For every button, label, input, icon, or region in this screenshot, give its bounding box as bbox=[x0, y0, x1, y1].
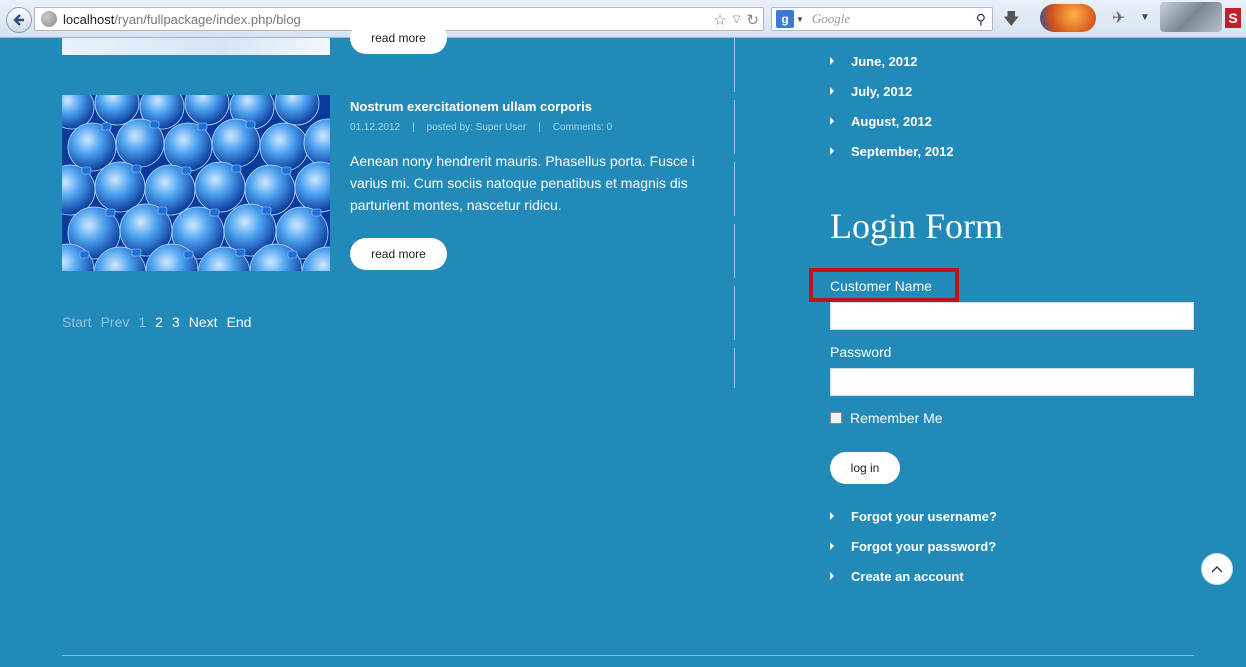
bullet-triangle-icon bbox=[830, 542, 834, 550]
meta-separator: | bbox=[538, 122, 541, 133]
remember-me-checkbox[interactable] bbox=[830, 412, 842, 424]
remember-me-label: Remember Me bbox=[850, 410, 943, 426]
browser-toolbar: localhost/ryan/fullpackage/index.php/blo… bbox=[0, 0, 1246, 38]
pagination-next[interactable]: Next bbox=[189, 314, 218, 330]
menu-dropdown-icon[interactable]: ▼ bbox=[1140, 12, 1150, 23]
login-button[interactable]: log in bbox=[830, 452, 900, 484]
google-icon[interactable]: g bbox=[776, 10, 794, 28]
archive-item[interactable]: June, 2012 bbox=[830, 46, 954, 76]
archive-item[interactable]: July, 2012 bbox=[830, 76, 954, 106]
dropdown-arrow-icon[interactable]: ▽ bbox=[733, 11, 741, 29]
read-more-button[interactable]: read more bbox=[350, 238, 447, 270]
username-label: Customer Name bbox=[830, 278, 932, 294]
pagination-end[interactable]: End bbox=[227, 314, 252, 330]
column-divider bbox=[734, 38, 735, 388]
search-bar[interactable]: g ▼ Google ⚲ bbox=[771, 7, 993, 31]
scroll-to-top-button[interactable] bbox=[1201, 553, 1233, 585]
login-links: Forgot your username? Forgot your passwo… bbox=[830, 501, 997, 591]
pagination-prev: Prev bbox=[100, 314, 130, 330]
password-input[interactable] bbox=[830, 368, 1194, 396]
globe-icon bbox=[41, 11, 57, 27]
forgot-password-link[interactable]: Forgot your password? bbox=[830, 531, 997, 561]
pagination-page-3[interactable]: 3 bbox=[172, 314, 180, 330]
bullet-triangle-icon bbox=[830, 57, 834, 65]
login-form-title: Login Form bbox=[830, 206, 1004, 246]
forgot-username-link[interactable]: Forgot your username? bbox=[830, 501, 997, 531]
post-thumbnail-previous[interactable] bbox=[62, 38, 330, 55]
back-button[interactable] bbox=[6, 7, 32, 33]
bullet-triangle-icon bbox=[830, 87, 834, 95]
chevron-up-icon bbox=[1211, 566, 1223, 573]
bullet-triangle-icon bbox=[830, 572, 834, 580]
archive-list: June, 2012 July, 2012 August, 2012 Septe… bbox=[830, 46, 954, 166]
water-bottles-image bbox=[62, 95, 330, 271]
read-more-button-previous[interactable]: read more bbox=[350, 22, 447, 54]
post-title[interactable]: Nostrum exercitationem ullam corporis bbox=[350, 99, 592, 114]
meta-separator: | bbox=[412, 122, 415, 133]
post-meta: 01.12.2012 | posted by: Super User | Com… bbox=[350, 122, 612, 133]
password-label: Password bbox=[830, 344, 892, 360]
persona-theme-icon bbox=[1160, 2, 1222, 32]
bullet-triangle-icon bbox=[830, 512, 834, 520]
footer-divider bbox=[62, 655, 1194, 656]
create-account-link[interactable]: Create an account bbox=[830, 561, 997, 591]
bullet-triangle-icon bbox=[830, 117, 834, 125]
post-excerpt: Aenean nony hendrerit mauris. Phasellus … bbox=[350, 153, 695, 213]
username-input[interactable] bbox=[830, 302, 1194, 330]
pagination-page-1: 1 bbox=[138, 314, 147, 330]
post-thumbnail[interactable] bbox=[62, 95, 330, 271]
bullet-triangle-icon bbox=[830, 147, 834, 155]
post-date: 01.12.2012 bbox=[350, 122, 401, 133]
download-icon[interactable]: 🡇 bbox=[1003, 8, 1019, 35]
engine-dropdown-icon[interactable]: ▼ bbox=[796, 15, 804, 24]
magnifier-icon[interactable]: ⚲ bbox=[976, 11, 986, 28]
pagination: Start Prev 1 2 3 Next End bbox=[62, 314, 251, 330]
post-comments[interactable]: Comments: 0 bbox=[553, 122, 612, 133]
extension-badge-icon[interactable]: S bbox=[1225, 8, 1241, 28]
addon-icon[interactable]: ✈ bbox=[1112, 8, 1125, 28]
archive-item[interactable]: August, 2012 bbox=[830, 106, 954, 136]
archive-item[interactable]: September, 2012 bbox=[830, 136, 954, 166]
address-text: localhost/ryan/fullpackage/index.php/blo… bbox=[63, 11, 301, 27]
pagination-start: Start bbox=[62, 314, 92, 330]
bookmark-star-icon[interactable]: ☆ bbox=[713, 11, 726, 29]
search-input[interactable]: Google bbox=[812, 11, 850, 27]
arrow-left-icon bbox=[13, 14, 24, 26]
post-author: posted by: Super User bbox=[426, 122, 527, 133]
pagination-page-2[interactable]: 2 bbox=[155, 314, 163, 330]
remember-me[interactable]: Remember Me bbox=[830, 410, 943, 426]
firefox-menu-icon[interactable] bbox=[1040, 4, 1096, 32]
reload-icon[interactable]: ↻ bbox=[746, 11, 759, 29]
